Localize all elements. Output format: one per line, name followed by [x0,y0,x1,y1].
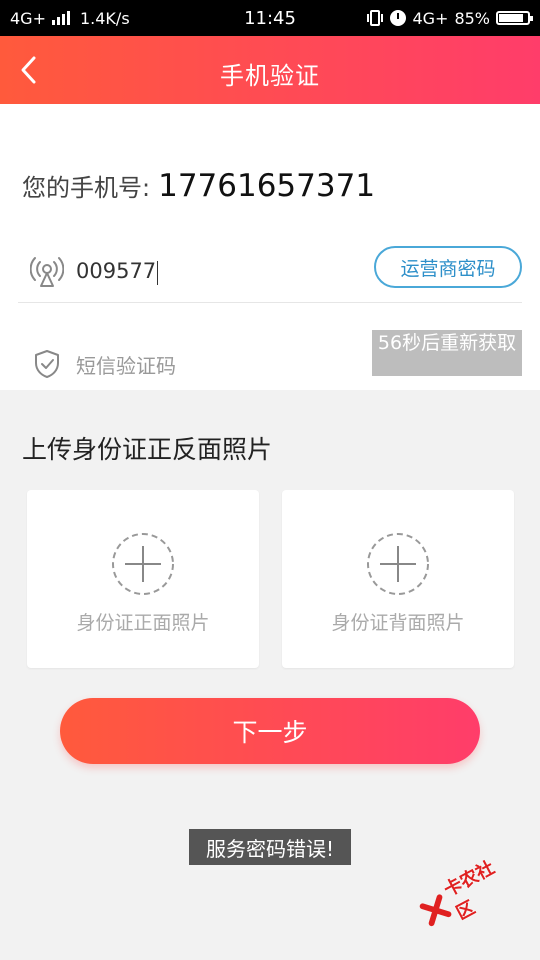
carrier-password-button[interactable]: 运营商密码 [374,246,522,288]
watermark: 卡农社区 [413,850,522,936]
add-photo-icon [112,533,174,595]
id-front-label: 身份证正面照片 [76,612,210,634]
add-photo-icon [367,533,429,595]
upload-title: 上传身份证正反面照片 [22,435,273,464]
text-cursor [157,261,159,286]
alarm-icon [390,10,407,26]
signal-tower-icon [30,257,64,287]
upload-id-back-card[interactable]: 身份证背面照片 [282,490,514,668]
app-header: 手机验证 [0,36,540,104]
phone-row: 您的手机号: 17761657371 [22,168,375,204]
next-step-button[interactable]: 下一步 [60,698,480,764]
service-password-row: 009577 运营商密码 [18,242,522,303]
sms-code-input[interactable]: 短信验证码 [76,350,176,379]
phone-number: 17761657371 [158,168,376,204]
shield-check-icon [35,350,59,378]
verification-form: 您的手机号: 17761657371 009577 运营商密码 短信验证码 56… [0,104,540,390]
error-toast: 服务密码错误! [189,829,351,865]
upload-id-front-card[interactable]: 身份证正面照片 [27,490,259,668]
network-type-right: 4G+ [412,8,449,28]
status-right: 4G+ 85% [366,0,533,36]
vibrate-icon [367,10,384,26]
battery-percent: 85% [454,8,490,28]
resend-countdown-button[interactable]: 56秒后重新获取 [372,330,522,376]
service-password-input[interactable]: 009577 [76,258,159,286]
page-title: 手机验证 [220,62,320,90]
status-bar: 4G+ 1.4K/s 11:45 4G+ 85% [0,0,540,36]
battery-icon [496,11,533,25]
sms-code-row: 短信验证码 56秒后重新获取 [18,330,522,394]
service-password-value: 009577 [76,258,157,283]
phone-label: 您的手机号: [22,174,151,202]
id-back-label: 身份证背面照片 [331,612,465,634]
